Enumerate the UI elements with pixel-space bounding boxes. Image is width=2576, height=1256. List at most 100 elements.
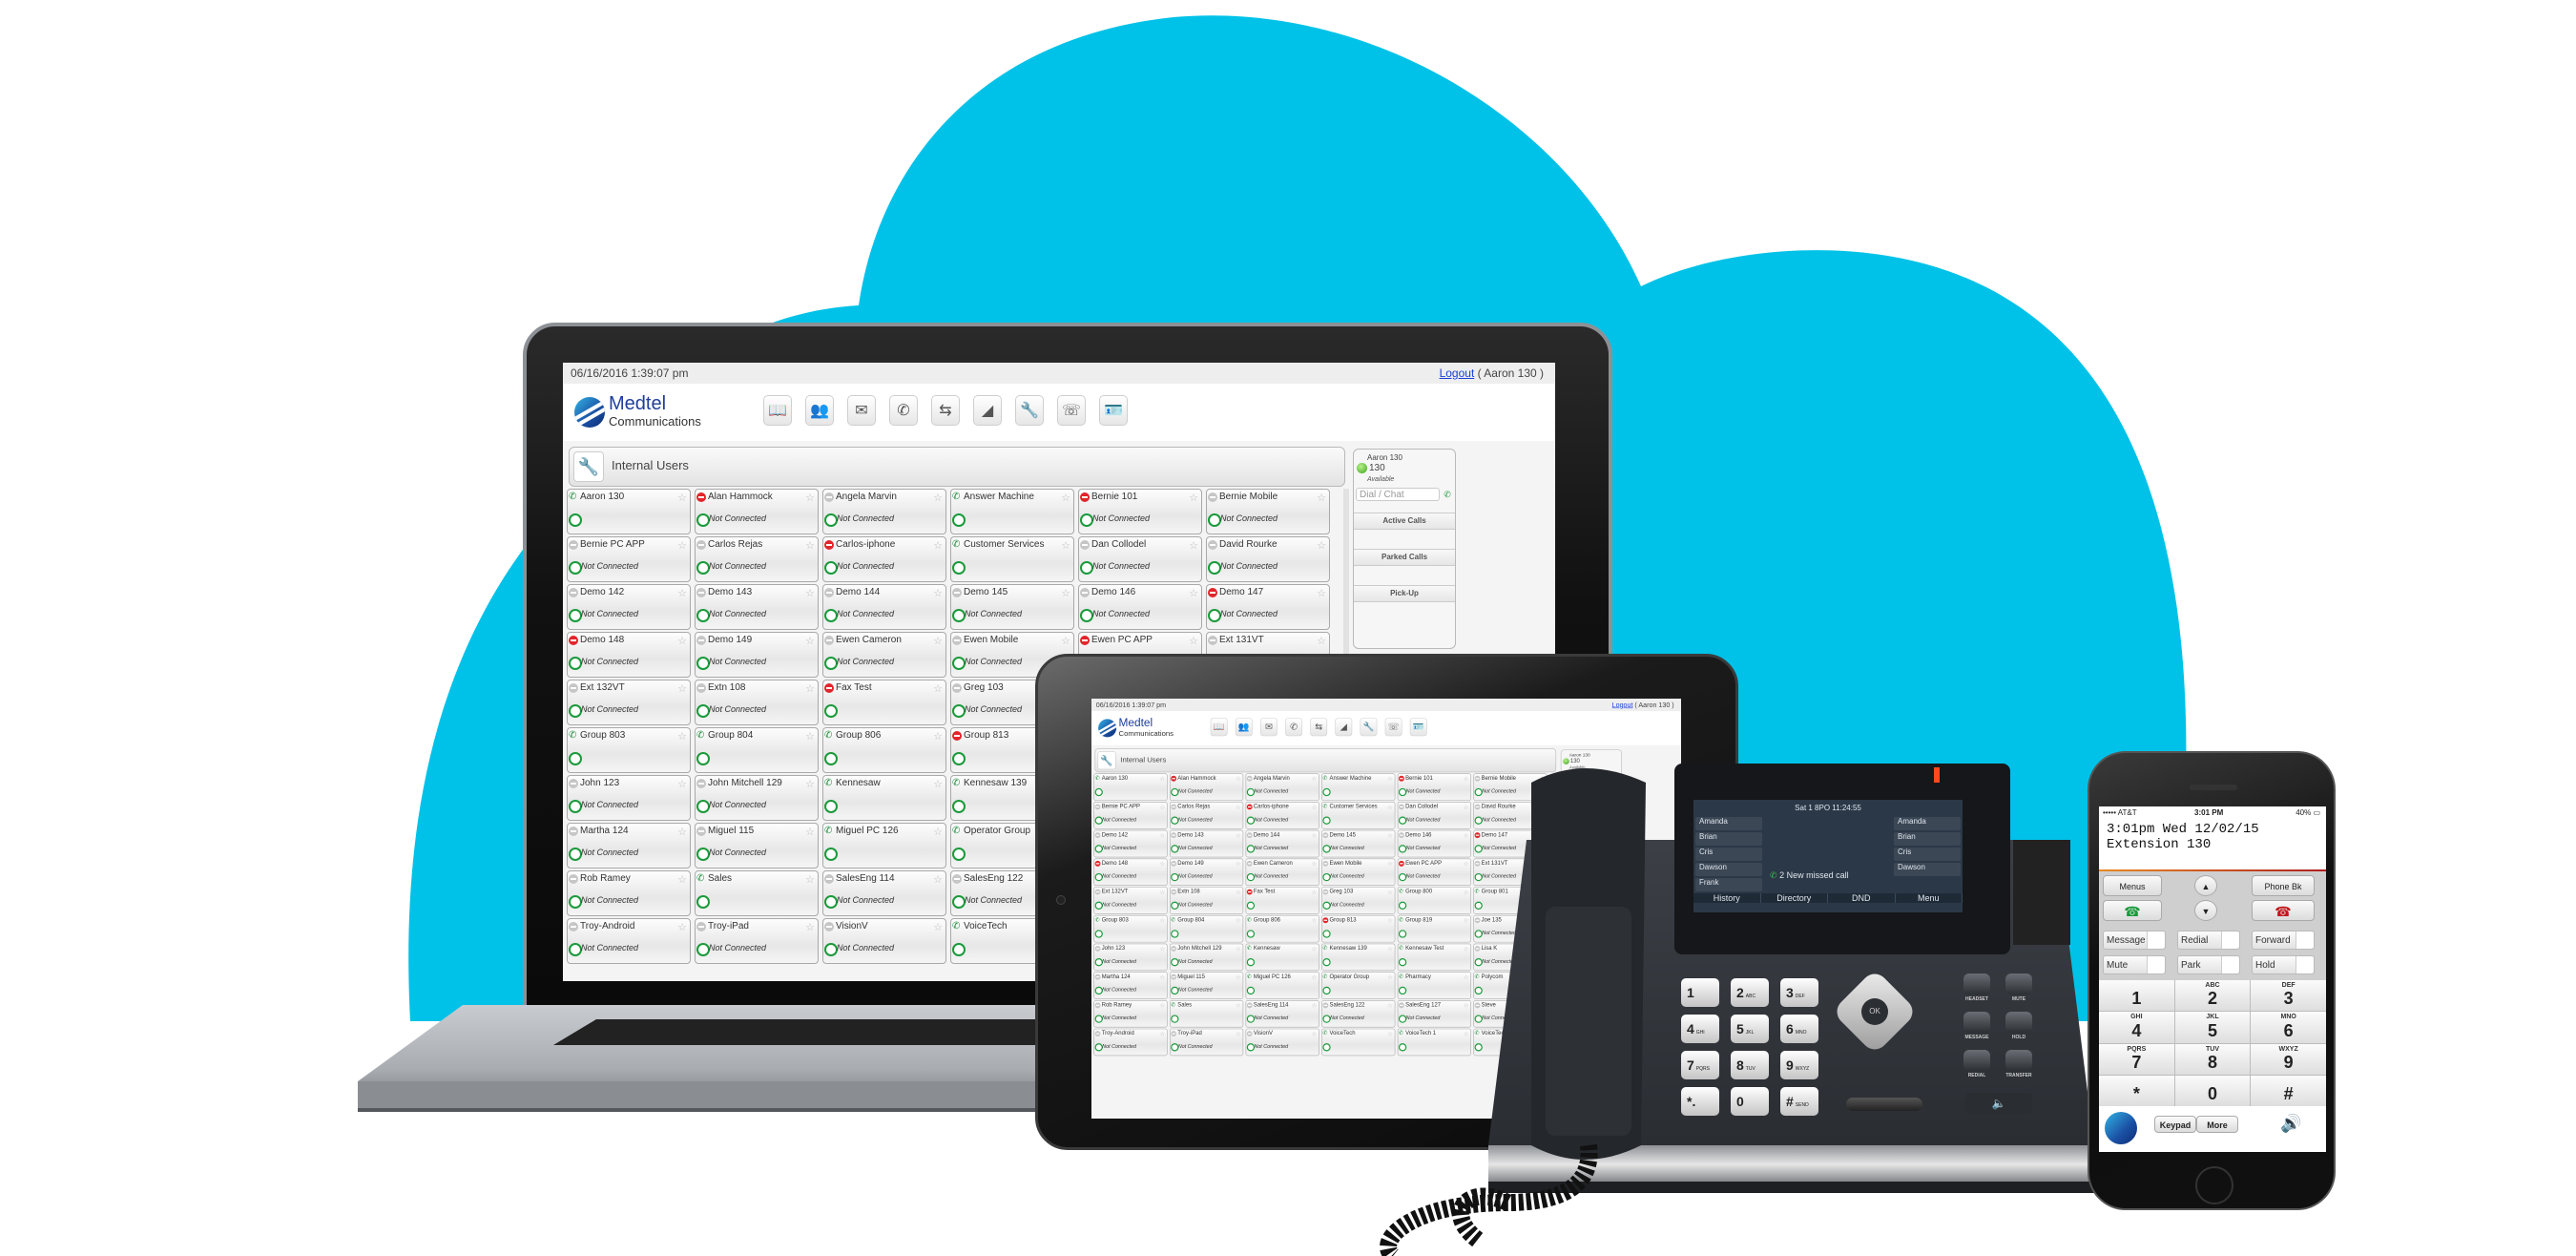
favorite-star-icon[interactable]: ☆ [1236,1030,1241,1037]
desk-key[interactable]: 3 DEF [1780,978,1818,1007]
keypad-key-7[interactable]: PQRS 7 [2099,1043,2174,1075]
user-card[interactable]: Demo 145 ☆ Not Connected [950,584,1074,630]
favorite-star-icon[interactable]: ☆ [1236,917,1241,924]
chat-icon[interactable] [1322,1043,1331,1052]
line-key[interactable]: Cris [1695,848,1762,861]
favorite-star-icon[interactable]: ☆ [1236,973,1241,981]
voicemail-button[interactable]: ✉ [1260,718,1278,737]
favorite-star-icon[interactable]: ☆ [1189,635,1198,647]
chat-icon[interactable] [952,895,966,909]
user-card[interactable]: Ext 132VT ☆ Not Connected [567,680,691,725]
desk-key[interactable]: *. [1681,1087,1719,1116]
keypad-key-6[interactable]: MNO 6 [2251,1012,2326,1043]
favorite-star-icon[interactable]: ☆ [1312,832,1318,839]
user-card[interactable]: Alan Hammock ☆ Not Connected [695,489,819,534]
user-card[interactable]: Troy-Android ☆ Not Connected [1093,1028,1168,1057]
user-card[interactable]: Ewen Cameron ☆ Not Connected [1245,858,1319,887]
favorite-star-icon[interactable]: ☆ [1159,832,1165,839]
favorite-star-icon[interactable]: ☆ [677,921,687,933]
chat-icon[interactable] [952,800,966,813]
user-card[interactable]: Fax Test ☆ [1245,887,1319,914]
favorite-star-icon[interactable]: ☆ [1236,860,1241,868]
user-card[interactable]: Martha 124 ☆ Not Connected [567,823,691,869]
favorite-star-icon[interactable]: ☆ [933,539,943,552]
chat-icon[interactable] [1322,958,1331,967]
user-card[interactable]: Alan Hammock ☆ Not Connected [1169,773,1244,801]
chat-icon[interactable] [952,752,966,765]
chat-icon[interactable] [952,943,966,956]
user-card[interactable]: Demo 149 ☆ Not Connected [1169,858,1244,887]
chat-icon[interactable] [696,513,710,527]
chat-icon[interactable] [569,704,582,718]
volume-bar[interactable] [1846,1098,1922,1111]
line-key[interactable]: Dawson [1894,863,1961,876]
user-card[interactable]: ✆ Miguel PC 126 ☆ [1245,972,1319,999]
soft-button-forward[interactable]: Forward [2252,931,2315,950]
user-card[interactable]: ✆ Group 806 ☆ [822,727,946,773]
user-card[interactable]: ✆ Customer Services ☆ [950,536,1074,582]
user-card[interactable]: Extn 108 ☆ Not Connected [1169,887,1244,914]
user-card[interactable]: Demo 147 ☆ Not Connected [1206,584,1330,630]
chat-icon[interactable] [952,561,966,575]
chat-icon[interactable] [569,561,582,575]
keypad-key-#[interactable]: # [2251,1075,2326,1106]
favorite-star-icon[interactable]: ☆ [1312,945,1318,952]
user-card[interactable]: ✆ Group 803 ☆ [567,727,691,773]
chat-icon[interactable] [569,752,582,765]
chat-icon[interactable] [824,561,838,575]
chat-icon[interactable] [1208,609,1221,622]
user-card[interactable]: Bernie PC APP ☆ Not Connected [1093,802,1168,829]
user-card[interactable]: SalesEng 114 ☆ Not Connected [1245,1000,1319,1028]
chat-icon[interactable] [824,800,838,813]
user-card[interactable]: Troy-Android ☆ Not Connected [567,918,691,964]
favorite-star-icon[interactable]: ☆ [1159,1030,1165,1037]
user-card[interactable]: ✆ Answer Machine ☆ [950,489,1074,534]
user-card[interactable]: ✆ Miguel PC 126 ☆ [822,823,946,869]
hangup-button[interactable]: ☎ [2252,900,2315,921]
chat-icon[interactable] [824,657,838,670]
user-card[interactable]: John 123 ☆ Not Connected [567,775,691,821]
favorite-star-icon[interactable]: ☆ [1236,945,1241,952]
user-card[interactable]: Demo 144 ☆ Not Connected [1245,829,1319,858]
favorite-star-icon[interactable]: ☆ [805,921,815,933]
user-card[interactable]: Fax Test ☆ [822,680,946,725]
user-card[interactable]: ✆ Group 804 ☆ [1169,914,1244,943]
chat-icon[interactable] [1208,561,1221,575]
chat-icon[interactable] [952,848,966,861]
chat-icon[interactable] [696,609,710,622]
favorite-star-icon[interactable]: ☆ [805,587,815,599]
user-card[interactable]: John Mitchell 129 ☆ Not Connected [695,775,819,821]
reports-button[interactable]: ◢ [1335,718,1353,737]
active-calls-button[interactable]: Active Calls [1354,513,1455,530]
user-card[interactable]: Rob Ramey ☆ Not Connected [1093,1000,1168,1028]
user-card[interactable]: Carlos Rejas ☆ Not Connected [1169,802,1244,829]
keypad-key-9[interactable]: WXYZ 9 [2251,1043,2326,1075]
chat-icon[interactable] [1322,816,1331,825]
favorite-star-icon[interactable]: ☆ [933,730,943,743]
wrench-icon[interactable]: 🔧 [1097,751,1116,770]
favorite-star-icon[interactable]: ☆ [933,492,943,504]
user-card[interactable]: John Mitchell 129 ☆ Not Connected [1169,943,1244,972]
chat-icon[interactable] [1246,986,1256,995]
user-card[interactable]: David Rourke ☆ Not Connected [1206,536,1330,582]
chat-icon[interactable] [952,657,966,670]
favorite-star-icon[interactable]: ☆ [1061,635,1070,647]
favorite-star-icon[interactable]: ☆ [1061,587,1070,599]
function-key-transfer[interactable]: TRANSFER [1998,1050,2040,1088]
call-transfer-button[interactable]: ⇆ [931,395,960,426]
user-card[interactable]: Troy-iPad ☆ Not Connected [1169,1028,1244,1057]
favorite-star-icon[interactable]: ☆ [933,778,943,790]
desk-key[interactable]: 0 [1731,1087,1769,1116]
user-card[interactable]: ✆ Kennesaw ☆ [822,775,946,821]
soft-button-park[interactable]: Park [2177,955,2240,974]
chat-icon[interactable] [1094,930,1103,938]
desk-key[interactable]: 2 ABC [1731,978,1769,1007]
contact-card-button[interactable]: 🪪 [1099,395,1128,426]
chat-icon[interactable] [696,704,710,718]
settings-button[interactable]: 🔧 [1015,395,1044,426]
chat-icon[interactable] [824,704,838,718]
user-card[interactable]: Troy-iPad ☆ Not Connected [695,918,819,964]
chat-icon[interactable] [696,561,710,575]
function-key-redial[interactable]: REDIAL [1956,1050,1998,1088]
chat-icon[interactable] [696,895,710,909]
